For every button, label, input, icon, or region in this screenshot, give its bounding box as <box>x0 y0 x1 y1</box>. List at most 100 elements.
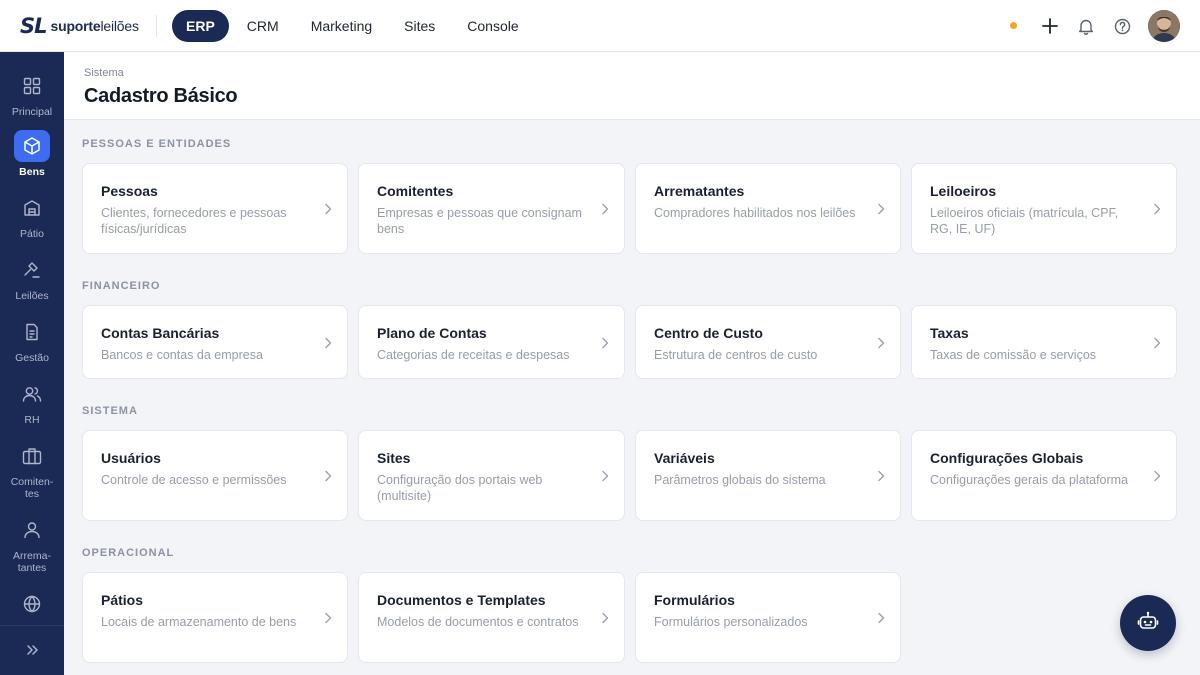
sidebar-item-principal[interactable]: Principal <box>0 70 64 118</box>
card-title: Taxas <box>930 325 969 341</box>
nav-sites[interactable]: Sites <box>390 10 449 42</box>
card-centro-de-custo[interactable]: Centro de Custo Estrutura de centros de … <box>635 305 901 379</box>
user-avatar[interactable] <box>1148 10 1180 42</box>
card-title: Comitentes <box>377 183 454 199</box>
logo-divider <box>156 15 157 37</box>
card-variaveis[interactable]: Variáveis Parâmetros globais do sistema <box>635 430 901 521</box>
chevron-right-icon <box>876 202 886 216</box>
sidebar-divider <box>0 625 64 626</box>
chevron-right-icon <box>600 611 610 625</box>
sidebar-label: RH <box>24 414 40 426</box>
nav-console[interactable]: Console <box>453 10 532 42</box>
card-sites[interactable]: Sites Configuração dos portais web (mult… <box>358 430 625 521</box>
bell-icon[interactable] <box>1076 16 1096 36</box>
users-icon <box>14 378 50 410</box>
breadcrumb[interactable]: Sistema <box>84 67 124 79</box>
card-title: Usuários <box>101 450 161 466</box>
chevron-right-icon <box>876 336 886 350</box>
card-title: Pátios <box>101 592 144 608</box>
card-description: Categorias de receitas e despesas <box>377 348 570 362</box>
user-icon <box>14 514 50 546</box>
card-title: Formulários <box>654 592 735 608</box>
sidebar-item-comitentes[interactable]: Comiten- tes <box>0 440 64 500</box>
help-icon[interactable] <box>1112 16 1132 36</box>
grid-icon <box>14 70 50 102</box>
sidebar-label: Bens <box>19 166 45 178</box>
sidebar-item-rh[interactable]: RH <box>0 378 64 426</box>
top-nav: ERP CRM Marketing Sites Console <box>172 10 537 42</box>
sidebar-expand-button[interactable] <box>0 634 64 666</box>
robot-icon <box>1137 610 1159 637</box>
card-description: Leiloeiros oficiais (matrícula, CPF, RG,… <box>930 206 1119 236</box>
globe-icon <box>14 588 50 620</box>
sidebar-item-sites[interactable] <box>0 588 64 620</box>
brand-logo[interactable]: SL suporteleilões <box>20 14 139 38</box>
section-title-operacional: OPERACIONAL <box>82 547 175 559</box>
card-title: Arrematantes <box>654 183 745 199</box>
sidebar-label: Comiten- tes <box>10 476 54 500</box>
card-patios[interactable]: Pátios Locais de armazenamento de bens <box>82 572 348 663</box>
section-title-pessoas-entidades: PESSOAS E ENTIDADES <box>82 138 232 150</box>
card-description: Compradores habilitados nos leilões <box>654 206 856 220</box>
card-title: Leiloeiros <box>930 183 997 199</box>
chevron-right-icon <box>876 469 886 483</box>
chevron-right-icon <box>323 469 333 483</box>
sidebar-label: Leilões <box>15 290 49 302</box>
top-bar: SL suporteleilões ERP CRM Marketing Site… <box>0 0 1200 52</box>
sidebar-label: Arrema- tantes <box>13 550 51 574</box>
card-title: Configurações Globais <box>930 450 1084 466</box>
card-title: Contas Bancárias <box>101 325 220 341</box>
chevron-right-icon <box>323 336 333 350</box>
card-plano-de-contas[interactable]: Plano de Contas Categorias de receitas e… <box>358 305 625 379</box>
card-description: Formulários personalizados <box>654 615 808 629</box>
card-configuracoes-globais[interactable]: Configurações Globais Configurações gera… <box>911 430 1177 521</box>
card-pessoas[interactable]: Pessoas Clientes, fornecedores e pessoas… <box>82 163 348 254</box>
briefcase-icon <box>14 440 50 472</box>
card-formularios[interactable]: Formulários Formulários personalizados <box>635 572 901 663</box>
sidebar-label: Principal <box>11 106 53 118</box>
card-contas-bancarias[interactable]: Contas Bancárias Bancos e contas da empr… <box>82 305 348 379</box>
nav-crm[interactable]: CRM <box>233 10 293 42</box>
section-title-financeiro: FINANCEIRO <box>82 280 161 292</box>
card-title: Documentos e Templates <box>377 592 546 608</box>
card-leiloeiros[interactable]: Leiloeiros Leiloeiros oficiais (matrícul… <box>911 163 1177 254</box>
status-dot <box>1010 22 1017 29</box>
box-icon <box>14 130 50 162</box>
chevron-right-icon <box>1152 336 1162 350</box>
card-description: Estrutura de centros de custo <box>654 348 818 362</box>
sidebar-label: Gestão <box>15 352 49 364</box>
card-arrematantes[interactable]: Arrematantes Compradores habilitados nos… <box>635 163 901 254</box>
card-description: Taxas de comissão e serviços <box>930 348 1097 362</box>
card-description: Modelos de documentos e contratos <box>377 615 579 629</box>
chevron-right-icon <box>323 202 333 216</box>
card-comitentes[interactable]: Comitentes Empresas e pessoas que consig… <box>358 163 625 254</box>
card-title: Plano de Contas <box>377 325 487 341</box>
card-description: Parâmetros globais do sistema <box>654 473 826 487</box>
card-description: Bancos e contas da empresa <box>101 348 263 362</box>
sidebar-item-bens[interactable]: Bens <box>0 130 64 178</box>
card-title: Pessoas <box>101 183 158 199</box>
sidebar-item-patio[interactable]: Pátio <box>0 192 64 240</box>
card-title: Sites <box>377 450 411 466</box>
nav-erp[interactable]: ERP <box>172 10 229 42</box>
card-title: Centro de Custo <box>654 325 763 341</box>
card-description: Configurações gerais da plataforma <box>930 473 1129 487</box>
card-description: Clientes, fornecedores e pessoas físicas… <box>101 206 287 236</box>
card-documentos-templates[interactable]: Documentos e Templates Modelos de docume… <box>358 572 625 663</box>
sidebar-item-leiloes[interactable]: Leilões <box>0 254 64 302</box>
double-chevron-right-icon <box>14 634 50 666</box>
chevron-right-icon <box>323 611 333 625</box>
chevron-right-icon <box>1152 202 1162 216</box>
sidebar-label: Pátio <box>20 228 44 240</box>
card-usuarios[interactable]: Usuários Controle de acesso e permissões <box>82 430 348 521</box>
logo-mark: SL <box>20 14 47 38</box>
plus-icon[interactable] <box>1040 16 1060 36</box>
nav-marketing[interactable]: Marketing <box>297 10 386 42</box>
sidebar-item-arrematantes[interactable]: Arrema- tantes <box>0 514 64 574</box>
page-title: Cadastro Básico <box>84 85 238 107</box>
card-description: Controle de acesso e permissões <box>101 473 287 487</box>
sidebar-item-gestao[interactable]: Gestão <box>0 316 64 364</box>
assistant-button[interactable] <box>1120 595 1176 651</box>
chevron-right-icon <box>1152 469 1162 483</box>
card-taxas[interactable]: Taxas Taxas de comissão e serviços <box>911 305 1177 379</box>
